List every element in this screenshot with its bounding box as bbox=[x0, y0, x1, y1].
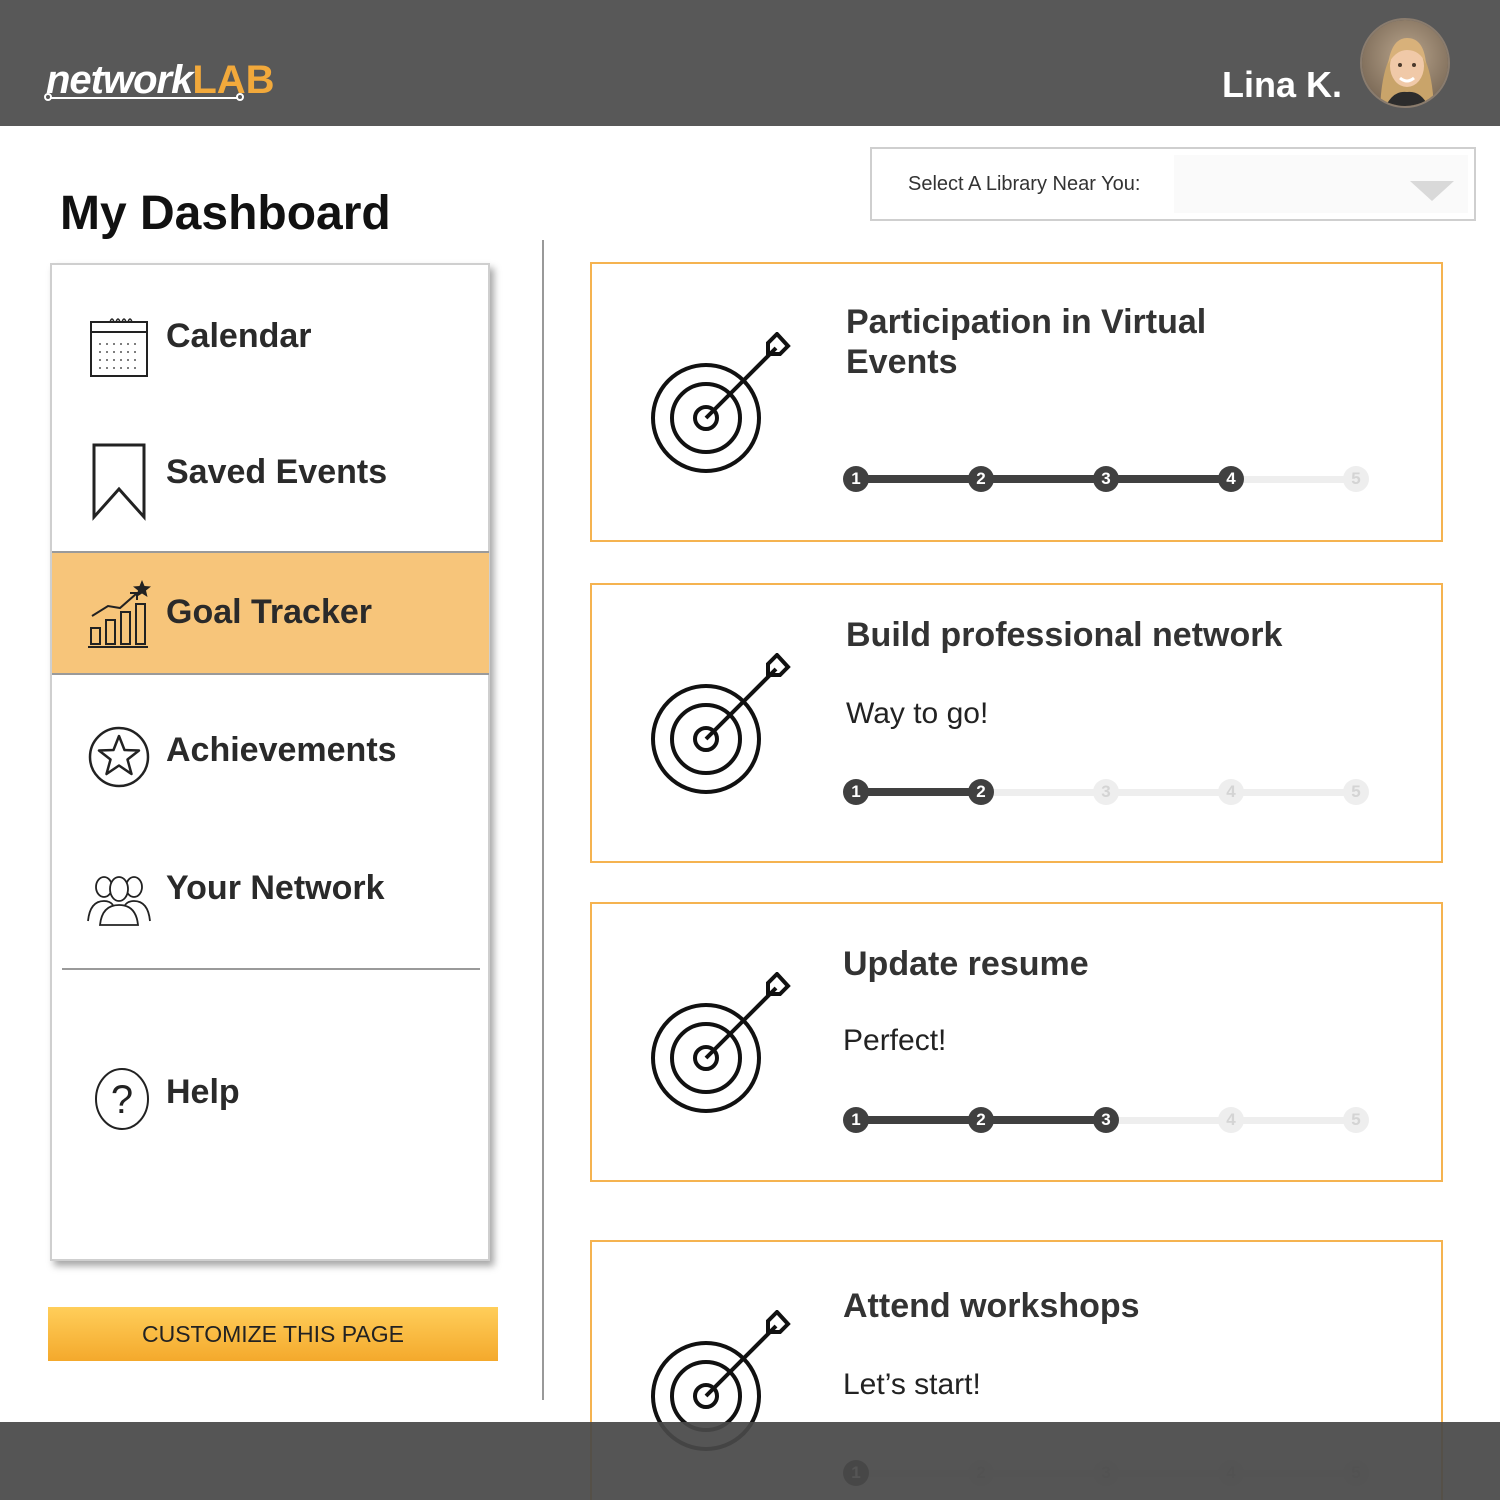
sidebar-item-saved-events[interactable]: Saved Events bbox=[52, 407, 489, 531]
star-badge-icon bbox=[88, 726, 150, 788]
progress-step: 2 bbox=[968, 1107, 994, 1133]
sidebar-item-label: Achievements bbox=[166, 731, 397, 769]
progress-step: 4 bbox=[1218, 779, 1244, 805]
goal-message: Let’s start! bbox=[843, 1368, 981, 1401]
bookmark-icon bbox=[92, 443, 146, 521]
goal-card[interactable]: Build professional network Way to go! 1 2… bbox=[590, 583, 1443, 863]
user-name[interactable]: Lina K. bbox=[1222, 64, 1342, 106]
goal-message: Way to go! bbox=[846, 697, 989, 730]
progress-step: 5 bbox=[1343, 779, 1369, 805]
logo-dot bbox=[236, 93, 244, 101]
bottom-bar bbox=[0, 1422, 1500, 1500]
progress-step: 3 bbox=[1093, 779, 1119, 805]
progress-step: 3 bbox=[1093, 1107, 1119, 1133]
vertical-divider bbox=[542, 240, 544, 1400]
target-icon bbox=[651, 972, 791, 1113]
progress-step: 2 bbox=[968, 466, 994, 492]
svg-text:?: ? bbox=[111, 1078, 133, 1122]
logo-dot bbox=[44, 93, 52, 101]
goal-card[interactable]: Participation in Virtual Events 1 2 3 4 5 bbox=[590, 262, 1443, 542]
sidebar-item-label: Saved Events bbox=[166, 453, 388, 491]
calendar-icon bbox=[90, 318, 148, 377]
sidebar-item-calendar[interactable]: Calendar bbox=[52, 273, 489, 397]
top-bar: networkLAB Lina K. bbox=[0, 0, 1500, 126]
progress-fill bbox=[856, 788, 981, 796]
goal-title: Build professional network bbox=[846, 616, 1283, 654]
logo-underline bbox=[50, 97, 240, 99]
progress-step: 3 bbox=[1093, 466, 1119, 492]
target-icon bbox=[651, 653, 791, 794]
goal-title: Participation in Virtual Events bbox=[846, 303, 1207, 381]
growth-chart-icon bbox=[88, 580, 151, 648]
page-title: My Dashboard bbox=[60, 187, 391, 240]
progress-step: 4 bbox=[1218, 1107, 1244, 1133]
sidebar-item-label: Goal Tracker bbox=[166, 593, 373, 631]
avatar-photo bbox=[1362, 20, 1448, 106]
progress-step: 5 bbox=[1343, 466, 1369, 492]
progress-fill bbox=[856, 475, 1231, 483]
goal-card[interactable]: Update resume Perfect! 1 2 3 4 5 bbox=[590, 902, 1443, 1182]
sidebar-item-goal-tracker[interactable]: Goal Tracker bbox=[52, 551, 489, 675]
progress-step: 1 bbox=[843, 466, 869, 492]
progress-step: 1 bbox=[843, 779, 869, 805]
library-select-field[interactable] bbox=[1174, 155, 1468, 213]
goal-title: Update resume bbox=[843, 945, 1089, 983]
sidebar-item-achievements[interactable]: Achievements bbox=[52, 687, 489, 811]
goal-title: Attend workshops bbox=[843, 1287, 1140, 1325]
user-avatar[interactable] bbox=[1360, 18, 1450, 108]
goal-message: Perfect! bbox=[843, 1024, 947, 1057]
question-icon: ? bbox=[95, 1068, 149, 1130]
target-icon bbox=[651, 332, 791, 473]
sidebar-item-label: Help bbox=[166, 1073, 240, 1111]
progress-step: 2 bbox=[968, 779, 994, 805]
chevron-down-icon[interactable] bbox=[1410, 181, 1454, 201]
goal-progress: 1 2 3 4 5 bbox=[843, 1105, 1370, 1135]
goal-progress: 1 2 3 4 5 bbox=[843, 777, 1370, 807]
sidebar-divider bbox=[62, 968, 480, 970]
progress-step: 4 bbox=[1218, 466, 1244, 492]
sidebar-item-help[interactable]: ? Help bbox=[52, 1031, 489, 1155]
sidebar-nav: Calendar Saved Events Goal Tracker Achie… bbox=[50, 263, 490, 1261]
progress-step: 5 bbox=[1343, 1107, 1369, 1133]
sidebar-item-label: Calendar bbox=[166, 317, 312, 355]
library-select[interactable]: Select A Library Near You: bbox=[870, 147, 1476, 221]
progress-step: 1 bbox=[843, 1107, 869, 1133]
library-select-label: Select A Library Near You: bbox=[908, 173, 1141, 195]
sidebar-item-your-network[interactable]: Your Network bbox=[52, 825, 489, 949]
sidebar-item-label: Your Network bbox=[166, 869, 385, 907]
customize-page-button[interactable]: CUSTOMIZE THIS PAGE bbox=[48, 1307, 498, 1361]
people-icon bbox=[87, 876, 151, 926]
goal-progress: 1 2 3 4 5 bbox=[843, 464, 1370, 494]
